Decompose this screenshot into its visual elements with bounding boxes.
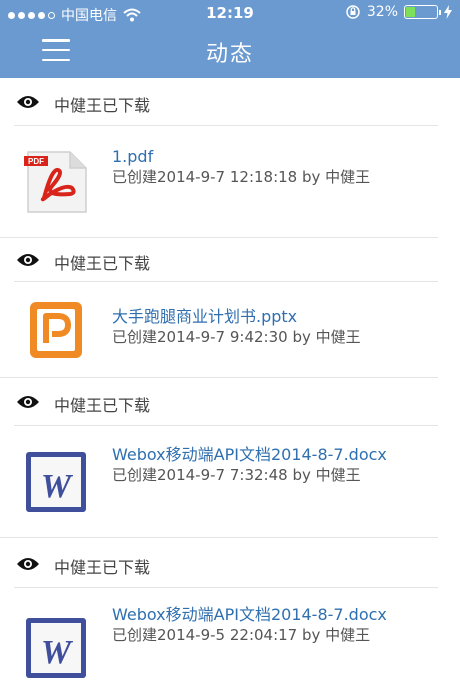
status-bar: 中国电信 12:19 32% <box>0 0 460 26</box>
activity-header: 中健王已下载 <box>0 378 460 426</box>
eye-icon <box>17 254 39 266</box>
file-text: Webox移动端API文档2014-8-7.docx 已创建2014-9-5 2… <box>112 604 430 646</box>
top-bar: 中国电信 12:19 32% 动态 <box>0 0 460 78</box>
battery-icon <box>404 5 441 19</box>
activity-header: 中健王已下载 <box>0 78 460 126</box>
activity-header: 中健王已下载 <box>0 238 460 282</box>
eye-icon <box>17 558 39 570</box>
nav-bar: 动态 <box>0 26 460 78</box>
svg-text:W: W <box>41 468 74 505</box>
activity-action-label: 中健王已下载 <box>54 96 151 115</box>
file-meta: 已创建2014-9-7 12:18:18 by 中健王 <box>112 168 371 186</box>
activity-action-label: 中健王已下载 <box>54 558 151 577</box>
file-item[interactable]: W Webox移动端API文档2014-8-7.docx 已创建2014-9-5… <box>0 588 460 694</box>
charging-bolt-icon <box>444 5 452 19</box>
rotation-lock-icon <box>346 5 360 19</box>
file-item[interactable]: W Webox移动端API文档2014-8-7.docx 已创建2014-9-7… <box>0 426 460 538</box>
docx-file-icon: W <box>26 452 86 512</box>
activity-action-label: 中健王已下载 <box>54 254 151 273</box>
file-text: Webox移动端API文档2014-8-7.docx 已创建2014-9-7 7… <box>112 444 430 486</box>
file-meta: 已创建2014-9-7 9:42:30 by 中健王 <box>112 328 361 346</box>
eye-icon <box>17 396 39 408</box>
file-name-link[interactable]: 大手跑腿商业计划书.pptx <box>112 306 430 327</box>
svg-text:W: W <box>41 634 74 671</box>
activity-action-label: 中健王已下载 <box>54 396 151 415</box>
file-name-link[interactable]: Webox移动端API文档2014-8-7.docx <box>112 444 430 465</box>
file-name-link[interactable]: 1.pdf <box>112 146 430 167</box>
svg-text:PDF: PDF <box>28 157 44 166</box>
activity-feed[interactable]: 中健王已下载 PDF 1.pdf 已创建2014-9-7 12:18:18 by… <box>0 78 460 694</box>
page-title: 动态 <box>205 42 254 67</box>
activity-header: 中健王已下载 <box>0 538 460 588</box>
battery-percent: 32% <box>366 4 398 20</box>
file-text: 1.pdf 已创建2014-9-7 12:18:18 by 中健王 <box>112 146 430 188</box>
file-name-link[interactable]: Webox移动端API文档2014-8-7.docx <box>112 604 430 625</box>
file-meta: 已创建2014-9-5 22:04:17 by 中健王 <box>112 626 371 644</box>
pptx-file-icon <box>30 302 82 358</box>
docx-file-icon: W <box>26 618 86 678</box>
file-item[interactable]: PDF 1.pdf 已创建2014-9-7 12:18:18 by 中健王 <box>0 126 460 238</box>
file-text: 大手跑腿商业计划书.pptx 已创建2014-9-7 9:42:30 by 中健… <box>112 306 430 348</box>
file-item[interactable]: 大手跑腿商业计划书.pptx 已创建2014-9-7 9:42:30 by 中健… <box>0 282 460 378</box>
eye-icon <box>17 96 39 108</box>
pdf-file-icon: PDF <box>24 151 87 213</box>
status-right: 32% <box>345 4 452 20</box>
file-meta: 已创建2014-9-7 7:32:48 by 中健王 <box>112 466 361 484</box>
